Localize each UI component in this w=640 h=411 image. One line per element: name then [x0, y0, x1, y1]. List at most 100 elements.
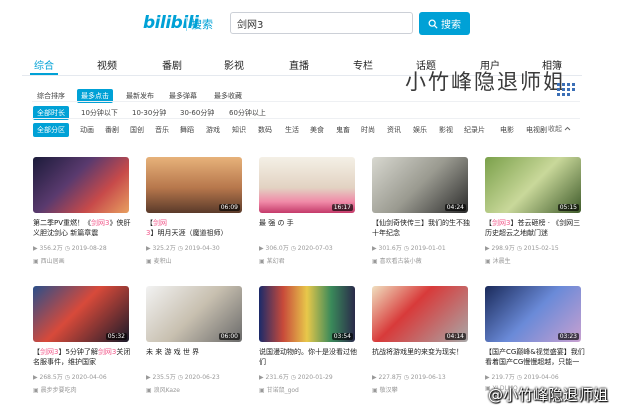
video-meta: ▶ 301.6万 ◷ 2019-01-01 [372, 243, 446, 252]
video-card[interactable]: 16:17 最 强 の 手 ▶ 306.0万 ◷ 2020-07-03 ▣ 某幻君 [259, 157, 355, 267]
uploader-name: 某幻君 [266, 258, 285, 265]
zone_options-option-1[interactable]: 动画 [76, 123, 98, 137]
watermark-dots-icon [557, 83, 575, 96]
zone_options-option-4[interactable]: 音乐 [151, 123, 173, 137]
uploader[interactable]: ▣ 敬汉攀 [372, 385, 398, 394]
uploader[interactable]: ▣ 西山居画 [33, 256, 65, 265]
tab-1[interactable]: 视频 [97, 57, 117, 72]
video-card[interactable]: 05:15 【剑网3】苍云砸榜 · 《剑网三历史超云之地献门迷 ▶ 298.9万 ◷… [485, 157, 581, 267]
video-title[interactable]: 【国产CG巅峰&视觉盛宴】我们看着国产CG慢慢超越，只能一 [485, 347, 585, 367]
zone_options-option-6[interactable]: 游戏 [202, 123, 224, 137]
view-count: 227.8万 [378, 374, 402, 381]
video-card[interactable]: 05:32 【剑网3】5分钟了解剑网3关闭名服事件，维护国家 ▶ 268.5万 ◷ … [33, 286, 130, 396]
title-text: 【 [146, 219, 153, 227]
zone_options-option-14[interactable]: 娱乐 [409, 123, 431, 137]
uploader-name: 沐晨生 [492, 258, 511, 265]
zone_options-option-10[interactable]: 美食 [306, 123, 328, 137]
video-title[interactable]: 说国漫动物的。你十是没看过他们 [259, 347, 359, 367]
collapse-toggle[interactable]: 收起 [548, 124, 571, 134]
logo-divider [186, 17, 187, 31]
tab-2[interactable]: 番剧 [162, 57, 182, 72]
chevron-up-icon [564, 126, 571, 131]
video-meta: ▶ 268.5万 ◷ 2020-04-06 [33, 372, 107, 381]
zone_options-option-11[interactable]: 鬼畜 [332, 123, 354, 137]
video-thumbnail[interactable]: 06:00 [146, 286, 242, 342]
calendar-icon: ◷ [62, 245, 72, 252]
video-card[interactable]: 03:23 【国产CG巅峰&视觉盛宴】我们看着国产CG慢慢超越，只能一 ▶ 219.… [485, 286, 585, 396]
uploader-icon: ▣ [146, 387, 154, 394]
video-title[interactable]: 【剑网3】苍云砸榜 · 《剑网三历史超云之地献门迷 [485, 218, 585, 238]
video-card[interactable]: 06:00 未 来 游 戏 世 界 ▶ 235.5万 ◷ 2020-06-23 ▣ 浪… [146, 286, 242, 396]
video-thumbnail[interactable]: 05:15 [485, 157, 581, 213]
upload-date: 2019-08-28 [71, 245, 107, 252]
video-title[interactable]: 【剑网3】明月天涯（魔道祖师） [146, 218, 246, 238]
zone_options-option-7[interactable]: 知识 [228, 123, 250, 137]
uploader-icon: ▣ [372, 387, 380, 394]
zone_options-option-8[interactable]: 数码 [254, 123, 276, 137]
uploader[interactable]: ▣ 沐晨生 [485, 256, 511, 265]
video-thumbnail[interactable] [33, 157, 129, 213]
uploader-icon: ▣ [259, 258, 267, 265]
video-thumbnail[interactable]: 03:54 [259, 286, 355, 342]
uploader[interactable]: ▣ 麦积山 [146, 256, 172, 265]
video-title[interactable]: 最 强 の 手 [259, 218, 359, 238]
filter-divider [32, 118, 580, 119]
uploader-name: 喜欢看古装小薇 [379, 258, 422, 265]
title-text: 最 强 の 手 [259, 219, 294, 227]
video-thumbnail[interactable]: 04:24 [372, 157, 468, 213]
search-box[interactable] [230, 12, 413, 34]
zone_options-option-5[interactable]: 舞蹈 [176, 123, 198, 137]
tab-3[interactable]: 影视 [224, 57, 244, 72]
view-count: 235.5万 [152, 374, 176, 381]
tab-4[interactable]: 直播 [289, 57, 309, 72]
video-card[interactable]: 03:54 说国漫动物的。你十是没看过他们 ▶ 231.6万 ◷ 2020-01-2… [259, 286, 357, 396]
search-input[interactable] [231, 13, 413, 34]
video-title[interactable]: 【仙剑奇侠传三】我们的生不独十年纪念 [372, 218, 472, 238]
video-card[interactable]: 06:09 【剑网3】明月天涯（魔道祖师） ▶ 325.2万 ◷ 2019-04-3… [146, 157, 242, 267]
video-title[interactable]: 【剑网3】5分钟了解剑网3关闭名服事件，维护国家 [33, 347, 133, 367]
upload-date: 2019-04-06 [523, 374, 559, 381]
title-text: 说国漫动物的。你十是没看过他们 [259, 348, 357, 366]
uploader[interactable]: ▣ 甘诺鼠_god [259, 385, 299, 394]
video-thumbnail[interactable]: 05:32 [33, 286, 129, 342]
title-highlight: 剑网3 [91, 219, 110, 227]
video-card[interactable]: 第二季PV重燃！《剑网3》侠肝义胆沈剑心 新篇章震 ▶ 356.2万 ◷ 2019… [33, 157, 130, 267]
uploader[interactable]: ▣ 晨步步要吃肉 [33, 385, 77, 394]
video-meta: ▶ 356.2万 ◷ 2019-08-28 [33, 243, 107, 252]
search-button[interactable]: 搜索 [419, 12, 470, 35]
video-title[interactable]: 抗战将游戏里的来变为现实！ [372, 347, 472, 367]
zone_options-option-16[interactable]: 纪录片 [460, 123, 489, 137]
view-count: 219.7万 [491, 374, 515, 381]
tab-0[interactable]: 综合 [34, 57, 54, 72]
uploader[interactable]: ▣ 浪风Kaze [146, 385, 180, 394]
zone_options-option-9[interactable]: 生活 [281, 123, 303, 137]
upload-date: 2019-04-30 [184, 245, 220, 252]
tab-5[interactable]: 专栏 [353, 57, 373, 72]
video-title[interactable]: 未 来 游 戏 世 界 [146, 347, 246, 367]
video-card[interactable]: 04:24 【仙剑奇侠传三】我们的生不独十年纪念 ▶ 301.6万 ◷ 2019-0… [372, 157, 470, 267]
video-meta: ▶ 306.0万 ◷ 2020-07-03 [259, 243, 333, 252]
calendar-icon: ◷ [288, 374, 298, 381]
video-title[interactable]: 第二季PV重燃！《剑网3》侠肝义胆沈剑心 新篇章震 [33, 218, 133, 238]
video-thumbnail[interactable]: 04:14 [372, 286, 468, 342]
zone_options-option-0[interactable]: 全部分区 [33, 123, 69, 137]
zone_options-option-18[interactable]: 电视剧 [522, 123, 551, 137]
upload-date: 2019-01-01 [410, 245, 446, 252]
view-count: 306.0万 [265, 245, 289, 252]
zone_options-option-12[interactable]: 时尚 [357, 123, 379, 137]
zone_options-option-15[interactable]: 影视 [435, 123, 457, 137]
video-thumbnail[interactable]: 03:23 [485, 286, 581, 342]
uploader-name: 晨步步要吃肉 [40, 387, 77, 394]
video-card[interactable]: 04:14 抗战将游戏里的来变为现实！ ▶ 227.8万 ◷ 2019-06-13 ▣… [372, 286, 468, 396]
uploader[interactable]: ▣ 喜欢看古装小薇 [372, 256, 422, 265]
video-thumbnail[interactable]: 16:17 [259, 157, 355, 213]
zone_options-option-13[interactable]: 资讯 [383, 123, 405, 137]
video-duration: 05:32 [105, 333, 127, 340]
zone_options-option-2[interactable]: 番剧 [101, 123, 123, 137]
filter-divider [32, 101, 580, 102]
video-thumbnail[interactable]: 06:09 [146, 157, 242, 213]
uploader[interactable]: ▣ 某幻君 [259, 256, 285, 265]
zone_options-option-17[interactable]: 电影 [496, 123, 518, 137]
view-count: 298.9万 [491, 245, 515, 252]
zone_options-option-3[interactable]: 国创 [126, 123, 148, 137]
